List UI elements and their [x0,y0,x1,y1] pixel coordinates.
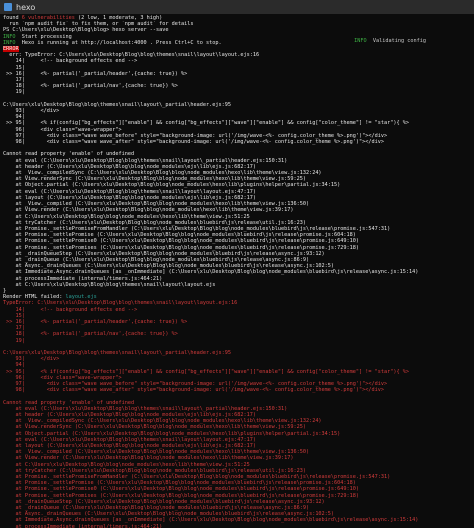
terminal-text: C:\Users\xlu\Desktop\Blog\blog\themes\sn… [3,101,231,108]
terminal-text: ERROR [3,46,19,53]
terminal-text: Cannot read property 'enable' of undefin… [3,399,135,406]
terminal-text: 17| [3,325,25,332]
terminal-text: at tryCatcher (C:\Users\xlu\Desktop\Blog… [3,219,306,226]
terminal-text: 15| [3,64,25,71]
terminal-text: 94| [3,362,25,369]
terminal-text: (2 low, 1 moderate, 3 high) [74,15,163,21]
terminal-text: C:\Users\xlu\Desktop\Blog\blog\themes\sn… [3,349,231,356]
terminal-text: PS C:\Users\xlu\Desktop\Blog\blog> hexo … [3,27,169,34]
window-titlebar: hexo [0,0,474,14]
terminal-text: at View.render (C:\Users\xlu\Desktop\Blo… [3,207,294,214]
terminal-text: 15| [3,312,25,319]
info-text: Validating config [366,38,426,44]
terminal-text: at Object.partial (C:\Users\xlu\Desktop\… [3,182,341,189]
terminal-text: at processImmediate (internal/timers.js:… [3,275,163,282]
terminal-text: at layout (C:\Users\xlu\Desktop\Blog\blo… [3,443,256,450]
terminal-text: >> 16| <%- partial('_partial/header',{ca… [3,70,188,77]
terminal-text: 97| <div class="wave wave_before" style=… [3,132,388,139]
terminal-icon [4,3,12,11]
terminal-text: 98| <div class="wave wave_after" style="… [3,139,385,146]
terminal-text: 19| [3,337,25,344]
terminal-line: at processImmediate (internal/timers.js:… [3,524,471,528]
terminal-text: at Promise._settlePromise (C:\Users\xlu\… [3,232,356,239]
terminal-text: 96| <div class="wave-wrapper"> [3,126,122,133]
window-title: hexo [16,2,36,12]
terminal-text: at eval (C:\Users\xlu\Desktop\Blog\blog\… [3,405,288,412]
terminal-text: at _View._compiledSync (C:\Users\xlu\Des… [3,170,322,177]
terminal-text: 14| <!-- background effects end --> [3,306,138,313]
terminal-text: Cannot read property 'enable' of undefin… [3,151,135,158]
terminal-text: INFO [3,39,16,46]
terminal-text: at C:\Users\xlu\Desktop\Blog\blog\node_m… [3,213,250,220]
terminal-text: 18| <%- partial('_partial/nav',{cache: t… [3,83,178,90]
terminal-text: err: TypeError: C:\Users\xlu\Desktop\Blo… [3,52,260,59]
terminal-text: TypeError: C:\Users\xlu\Desktop\Blog\blo… [3,300,238,307]
terminal-text: at Immediate.Async.drainQueues [as _onIm… [3,517,419,524]
terminal-text: at _View._compiledSync (C:\Users\xlu\Des… [3,418,322,425]
terminal-text: at layout (C:\Users\xlu\Desktop\Blog\blo… [3,194,256,201]
terminal-text: at Promise._settlePromises (C:\Users\xlu… [3,244,360,251]
terminal-text: 17| [3,77,25,84]
terminal-text: Start processing [15,33,72,40]
terminal-text: at tryCatcher (C:\Users\xlu\Desktop\Blog… [3,467,306,474]
terminal-text: 18| <%- partial('_partial/nav',{cache: t… [3,331,178,338]
terminal-text: 14| <!-- background effects end --> [3,58,138,65]
terminal-text: 6 vulnerabilities [21,15,75,21]
terminal-text: at Async._drainQueues (C:\Users\xlu\Desk… [3,263,335,270]
terminal-text: at Promise._settlePromise0 (C:\Users\xlu… [3,486,360,493]
terminal-text: at View.renderSync (C:\Users\xlu\Desktop… [3,176,306,183]
terminal-text: at processImmediate (internal/timers.js:… [3,523,163,528]
terminal-text: 93| </div> [3,108,60,115]
terminal-text: found [3,15,22,21]
terminal-text: at _drainQueue (C:\Users\xlu\Desktop\Blo… [3,256,310,263]
info-tag: INFO [354,38,367,44]
terminal-text: at eval (C:\Users\xlu\Desktop\Blog\blog\… [3,436,256,443]
terminal-text: at Async._drainQueues (C:\Users\xlu\Desk… [3,511,335,518]
terminal-text: layout.ejs [65,294,97,301]
terminal-text: at Promise._settlePromise0 (C:\Users\xlu… [3,238,360,245]
terminal-text: 94| [3,114,25,121]
terminal-text: Hexo is running at http://localhost:4000… [15,39,222,46]
terminal-text: at _View._compiled (C:\Users\xlu\Desktop… [3,201,310,208]
terminal-text: at header (C:\Users\xlu\Desktop\Blog\blo… [3,163,256,170]
terminal-text: at C:\Users\xlu\Desktop\Blog\blog\themes… [3,281,216,288]
terminal-text: at _drainQueueStep (C:\Users\xlu\Desktop… [3,250,325,257]
terminal-output[interactable]: INFO Validating config found 6 vulnerabi… [0,14,474,528]
terminal-text: run `npm audit fix` to fix them, or `npm… [3,21,194,28]
terminal-text: at _View._compiled (C:\Users\xlu\Desktop… [3,449,310,456]
terminal-text: at C:\Users\xlu\Desktop\Blog\blog\node_m… [3,461,250,468]
terminal-text: INFO [3,33,16,40]
terminal-text: at _drainQueue (C:\Users\xlu\Desktop\Blo… [3,505,310,512]
terminal-text: at header (C:\Users\xlu\Desktop\Blog\blo… [3,412,256,418]
terminal-text: 93| </div> [3,356,60,363]
terminal-text: at View.render (C:\Users\xlu\Desktop\Blo… [3,455,294,462]
terminal-text: 96| <div class="wave-wrapper"> [3,374,122,381]
terminal-text: at Promise._settlePromiseFromHandler (C:… [3,225,391,232]
terminal-text: >> 16| <%- partial('_partial/header',{ca… [3,318,188,325]
terminal-text: 97| <div class="wave wave_before" style=… [3,380,388,387]
terminal-text: at Promise._settlePromiseFromHandler (C:… [3,474,391,481]
terminal-text: at eval (C:\Users\xlu\Desktop\Blog\blog\… [3,157,288,164]
terminal-text: 98| <div class="wave wave_after" style="… [3,387,385,394]
terminal-text: at View.renderSync (C:\Users\xlu\Desktop… [3,424,306,431]
terminal-text: at Immediate.Async.drainQueues [as _onIm… [3,269,419,276]
info-validating-config: INFO Validating config [354,38,426,44]
terminal-text: 19| [3,89,25,96]
terminal-text: at Promise._settlePromises (C:\Users\xlu… [3,492,360,499]
terminal-text: } [3,287,7,294]
terminal-text: at eval (C:\Users\xlu\Desktop\Blog\blog\… [3,188,256,195]
terminal-text: >> 95| <% if(config["bg_effects"]["enabl… [3,120,410,127]
terminal-text: at _drainQueueStep (C:\Users\xlu\Desktop… [3,498,325,505]
terminal-text: at Promise._settlePromise (C:\Users\xlu\… [3,480,356,487]
terminal-text: at Object.partial (C:\Users\xlu\Desktop\… [3,430,341,437]
terminal-text: >> 95| <% if(config["bg_effects"]["enabl… [3,368,410,375]
terminal-text: Render HTML failed: [3,294,66,301]
